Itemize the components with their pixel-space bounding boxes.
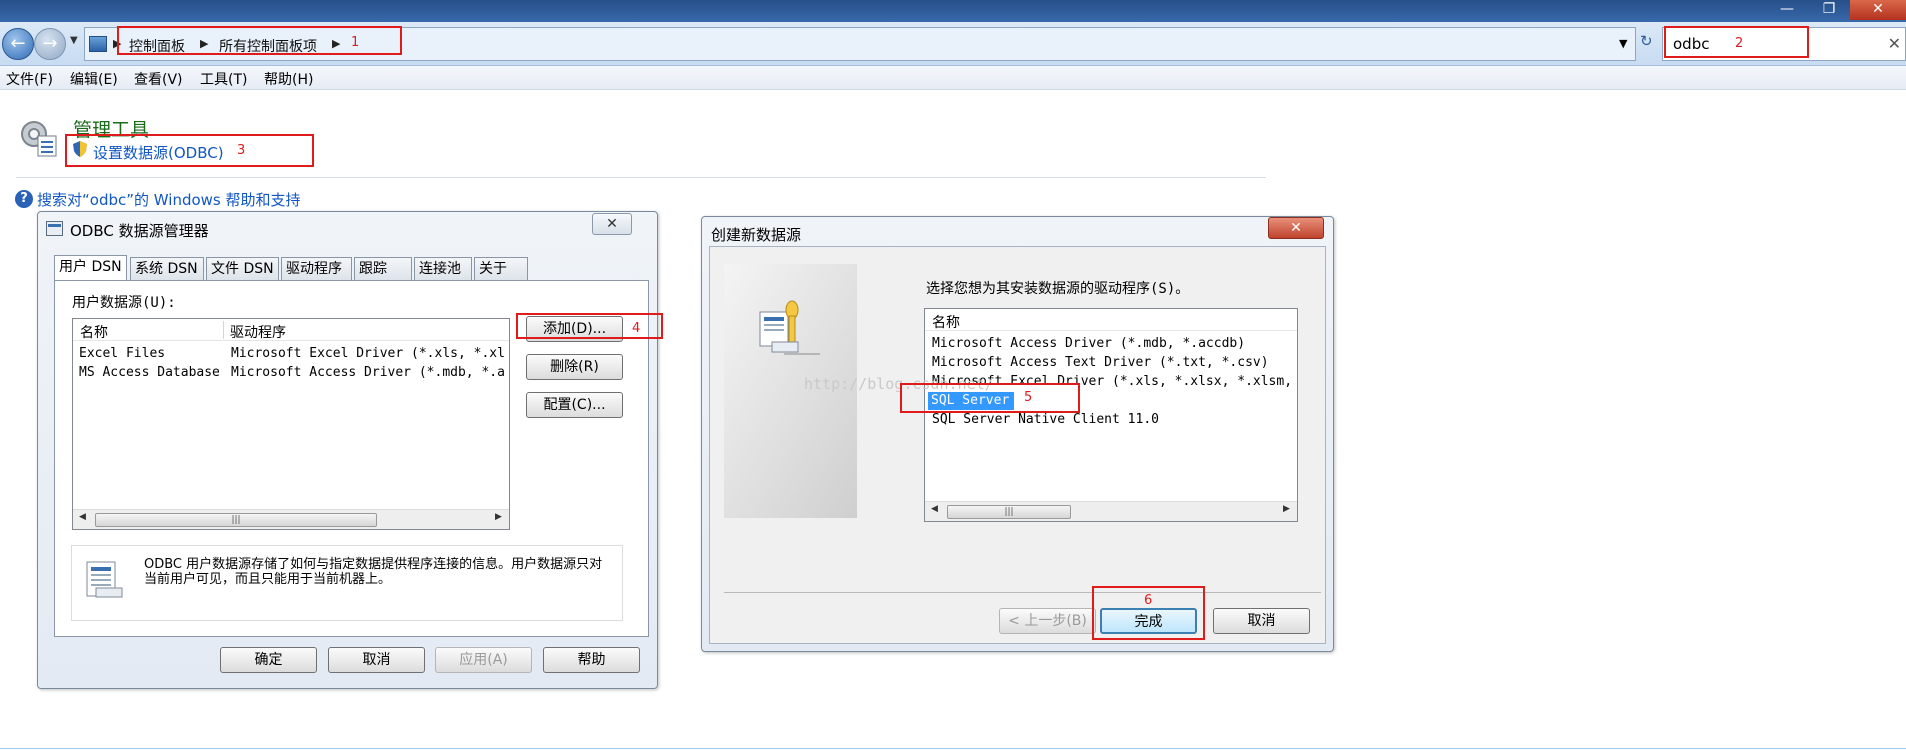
- driver-list[interactable]: 名称 Microsoft Access Driver (*.mdb, *.acc…: [924, 308, 1298, 522]
- scroll-left-icon[interactable]: ◀: [931, 504, 938, 514]
- list-item[interactable]: Microsoft Access Driver (*.mdb, *.accdb): [932, 336, 1245, 351]
- horizontal-scrollbar[interactable]: ◀ ||| ▶: [925, 501, 1297, 521]
- annotation-number-2: 2: [1735, 36, 1744, 51]
- column-name[interactable]: 名称: [80, 322, 108, 342]
- annotation-box-5: [900, 383, 1080, 413]
- clear-icon[interactable]: ✕: [1888, 34, 1901, 53]
- database-key-icon: [759, 300, 820, 355]
- back-button[interactable]: < 上一步(B): [999, 608, 1096, 634]
- menu-file[interactable]: 文件(F): [6, 69, 53, 89]
- menu-bar: 文件(F) 编辑(E) 查看(V) 工具(T) 帮助(H): [0, 66, 1906, 90]
- tab-about[interactable]: 关于: [474, 257, 528, 281]
- user-data-sources-label: 用户数据源(U):: [72, 295, 176, 311]
- scroll-right-icon[interactable]: ▶: [495, 512, 502, 522]
- column-divider: [223, 321, 224, 339]
- odbc-dialog-title: ODBC 数据源管理器: [70, 222, 209, 240]
- annotation-number-4: 4: [632, 321, 641, 336]
- help-question-icon: ?: [15, 190, 33, 208]
- driver-prompt: 选择您想为其安装数据源的驱动程序(S)。: [926, 281, 1190, 297]
- info-box: ODBC 用户数据源存储了如何与指定数据提供程序连接的信息。用户数据源只对当前用…: [71, 545, 623, 621]
- close-icon[interactable]: ✕: [1850, 0, 1906, 20]
- scroll-thumb[interactable]: |||: [95, 513, 377, 527]
- maximize-icon[interactable]: ❐: [1808, 0, 1850, 20]
- menu-tools[interactable]: 工具(T): [200, 69, 247, 89]
- scroll-left-icon[interactable]: ◀: [79, 512, 86, 522]
- list-header: [925, 309, 1297, 331]
- datasource-info-icon: [86, 561, 123, 598]
- dsn-driver: Microsoft Excel Driver (*.xls, *.xl: [231, 346, 505, 361]
- menu-edit[interactable]: 编辑(E): [70, 69, 118, 89]
- column-driver[interactable]: 驱动程序: [230, 322, 286, 342]
- cancel-button[interactable]: 取消: [328, 647, 425, 673]
- odbc-close-icon[interactable]: ✕: [592, 213, 632, 235]
- control-panel-icon: [89, 36, 107, 52]
- apply-button[interactable]: 应用(A): [435, 647, 532, 673]
- ok-button[interactable]: 确定: [220, 647, 317, 673]
- history-dropdown-icon[interactable]: ▼: [70, 35, 78, 46]
- annotation-box-3: [65, 134, 314, 167]
- forward-arrow-icon[interactable]: →: [34, 28, 66, 60]
- horizontal-scrollbar[interactable]: ◀ ||| ▶: [73, 509, 509, 529]
- administrative-tools-icon: [21, 121, 57, 157]
- list-header: [73, 319, 509, 341]
- help-button[interactable]: 帮助: [543, 647, 640, 673]
- menu-help[interactable]: 帮助(H): [264, 69, 313, 89]
- divider: [0, 748, 1906, 749]
- tab-drivers[interactable]: 驱动程序: [281, 257, 352, 281]
- windows-help-search-link[interactable]: 搜索对“odbc”的 Windows 帮助和支持: [37, 189, 301, 210]
- dsn-driver: Microsoft Access Driver (*.mdb, *.a: [231, 365, 505, 380]
- divider: [16, 177, 1266, 178]
- minimize-icon[interactable]: —: [1766, 0, 1808, 20]
- menu-view[interactable]: 查看(V): [134, 69, 183, 89]
- new-source-cancel-button[interactable]: 取消: [1213, 608, 1310, 634]
- annotation-number-1: 1: [351, 35, 360, 50]
- dsn-name: MS Access Database: [79, 365, 220, 380]
- tab-system-dsn[interactable]: 系统 DSN: [130, 257, 204, 281]
- dsn-name: Excel Files: [79, 346, 166, 361]
- new-source-dialog-title: 创建新数据源: [711, 226, 802, 244]
- back-arrow-icon[interactable]: ←: [2, 28, 34, 60]
- divider: [724, 592, 1321, 593]
- annotation-box-4: [516, 313, 663, 339]
- refresh-icon[interactable]: ↻: [1640, 32, 1653, 50]
- remove-button[interactable]: 删除(R): [526, 354, 623, 380]
- tab-tracing[interactable]: 跟踪: [354, 257, 412, 281]
- list-item[interactable]: Microsoft Access Text Driver (*.txt, *.c…: [932, 355, 1269, 370]
- odbc-window-icon: [46, 221, 63, 236]
- annotation-number-5: 5: [1024, 390, 1033, 405]
- tab-connection-pooling[interactable]: 连接池: [414, 257, 472, 281]
- list-item[interactable]: SQL Server Native Client 11.0: [932, 412, 1159, 427]
- tab-file-dsn[interactable]: 文件 DSN: [206, 257, 279, 281]
- column-name[interactable]: 名称: [932, 312, 960, 332]
- annotation-number-6: 6: [1144, 593, 1153, 608]
- address-dropdown-icon[interactable]: ▼: [1619, 37, 1627, 50]
- scroll-right-icon[interactable]: ▶: [1283, 504, 1290, 514]
- tab-user-dsn[interactable]: 用户 DSN: [54, 255, 127, 282]
- configure-button[interactable]: 配置(C)...: [526, 392, 623, 418]
- info-description: ODBC 用户数据源存储了如何与指定数据提供程序连接的信息。用户数据源只对当前用…: [144, 557, 603, 587]
- annotation-number-3: 3: [237, 143, 246, 158]
- new-source-close-icon[interactable]: ✕: [1268, 217, 1324, 239]
- user-dsn-list[interactable]: 名称 驱动程序 Excel Files Microsoft Excel Driv…: [72, 318, 510, 530]
- scroll-thumb[interactable]: |||: [947, 505, 1071, 519]
